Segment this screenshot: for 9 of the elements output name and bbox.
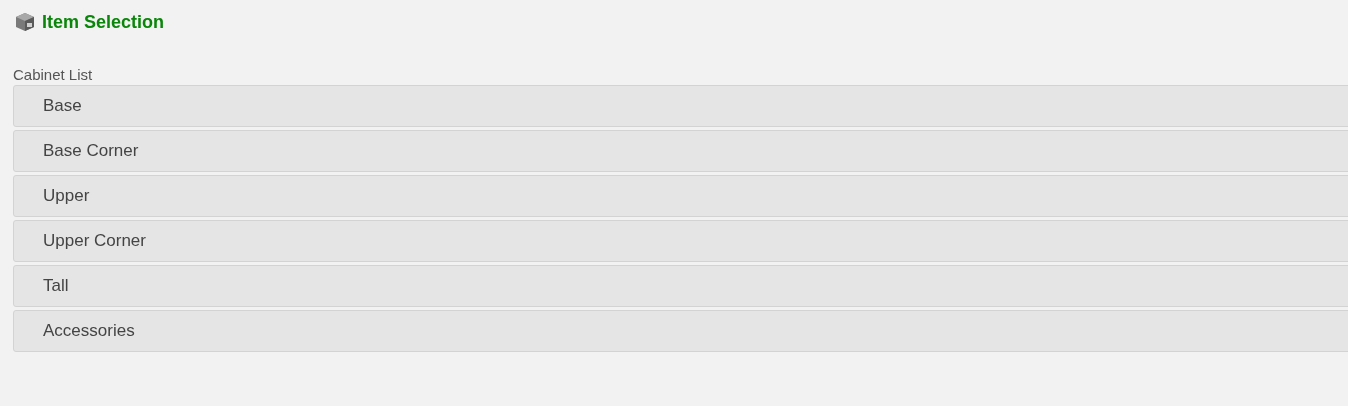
category-row[interactable]: Upper Corner	[13, 220, 1348, 262]
page-title: Item Selection	[42, 11, 165, 34]
category-row[interactable]: Upper	[13, 175, 1348, 217]
category-row[interactable]: Accessories	[13, 310, 1348, 352]
category-row[interactable]: Base	[13, 85, 1348, 127]
cabinet-box-icon	[14, 11, 36, 33]
list-label: Cabinet List	[13, 66, 94, 84]
category-row[interactable]: Base Corner	[13, 130, 1348, 172]
category-row[interactable]: Tall	[13, 265, 1348, 307]
